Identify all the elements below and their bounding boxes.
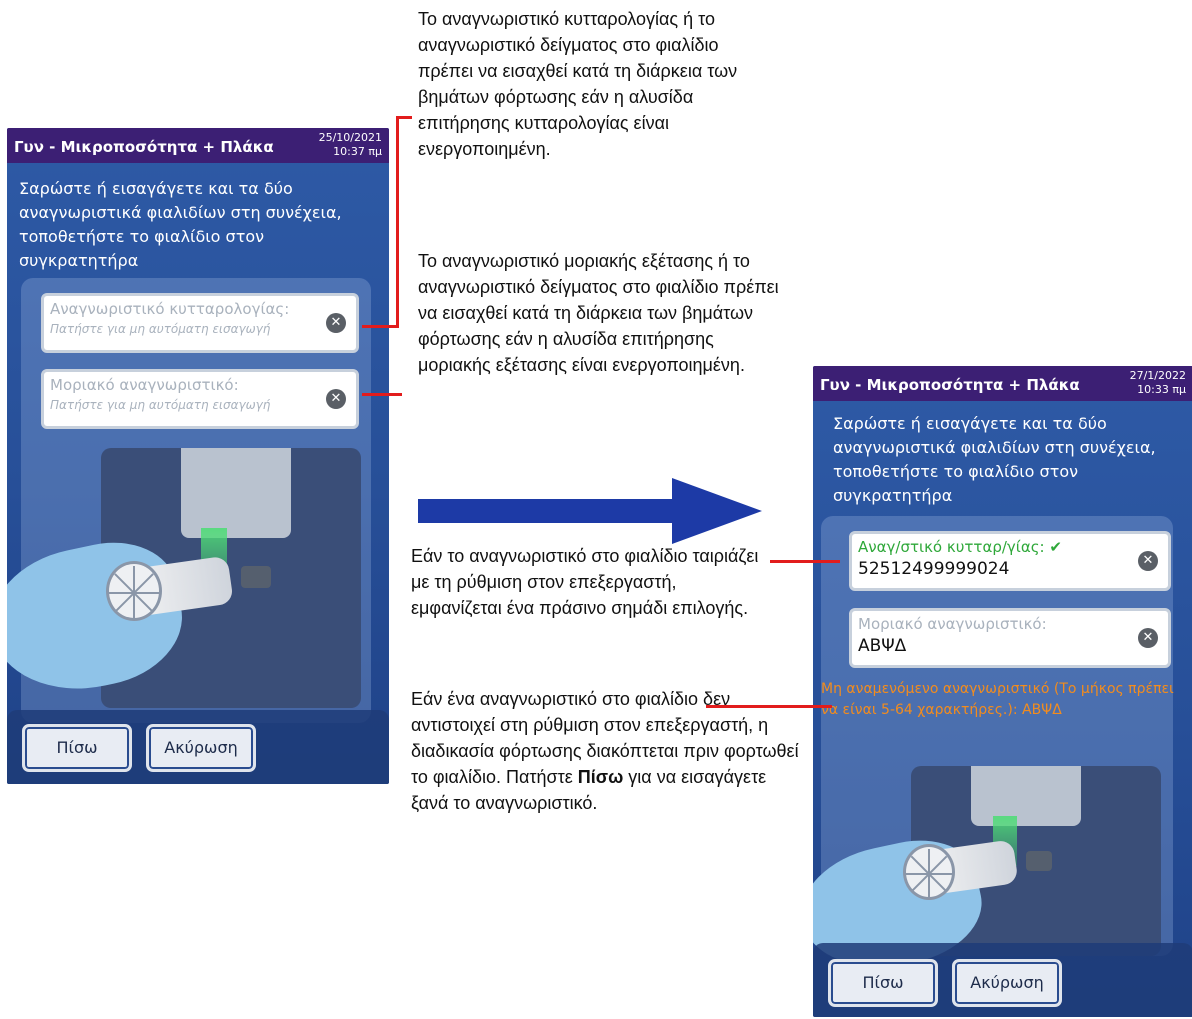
back-button[interactable]: Πίσω <box>828 959 938 1007</box>
bottom-bar: Πίσω Ακύρωση <box>7 710 389 784</box>
callout-line <box>398 116 412 119</box>
cytology-id-value: 52512499999024 <box>858 559 1010 579</box>
clear-icon[interactable]: ✕ <box>1138 551 1158 571</box>
molecular-id-label: Μοριακό αναγνωριστικό: <box>858 615 1047 633</box>
error-message: Μη αναμενόμενο αναγνωριστικό (Το μήκος π… <box>821 681 1174 718</box>
molecular-id-field[interactable]: Μοριακό αναγνωριστικό: ΑΒΨΔ ✕ <box>849 608 1171 668</box>
time: 10:33 πμ <box>1137 383 1186 396</box>
callout-line <box>706 705 832 708</box>
cytology-id-field[interactable]: Αναγ/στικό κυτταρ/γίας: ✔ 52512499999024… <box>849 531 1171 591</box>
cytology-id-hint: Πατήστε για μη αυτόματη εισαγωγή <box>50 322 271 336</box>
molecular-id-hint: Πατήστε για μη αυτόματη εισαγωγή <box>50 398 271 412</box>
molecular-id-field[interactable]: Μοριακό αναγνωριστικό: Πατήστε για μη αυ… <box>41 369 359 429</box>
date: 27/1/2022 <box>1129 369 1186 382</box>
callout-line <box>396 116 399 328</box>
bottom-bar: Πίσω Ακύρωση <box>813 943 1192 1017</box>
note-molecular-id: Το αναγνωριστικό μοριακής εξέτασης ή το … <box>418 251 779 375</box>
protocol-title: Γυν - Μικροποσότητα + Πλάκα <box>820 376 1080 394</box>
screen-before: Γυν - Μικροποσότητα + Πλάκα 25/10/2021 1… <box>7 128 389 784</box>
title-bar: Γυν - Μικροποσότητα + Πλάκα 27/1/2022 10… <box>813 366 1192 401</box>
instruction-text: Σαρώστε ή εισαγάγετε και τα δύο αναγνωρι… <box>833 414 1156 505</box>
cytology-id-label: Αναγ/στικό κυτταρ/γίας: ✔ <box>858 538 1062 556</box>
callout-line <box>362 325 398 328</box>
back-button[interactable]: Πίσω <box>22 724 132 772</box>
vial-area: Αναγ/στικό κυτταρ/γίας: ✔ 52512499999024… <box>813 516 1173 984</box>
molecular-id-value: ΑΒΨΔ <box>858 636 907 656</box>
note-cytology-id: Το αναγνωριστικό κυτταρολογίας ή το αναγ… <box>418 9 738 159</box>
screen-after: Γυν - Μικροποσότητα + Πλάκα 27/1/2022 10… <box>813 366 1192 1017</box>
clear-icon[interactable]: ✕ <box>326 389 346 409</box>
protocol-title: Γυν - Μικροποσότητα + Πλάκα <box>14 138 274 156</box>
title-bar: Γυν - Μικροποσότητα + Πλάκα 25/10/2021 1… <box>7 128 389 163</box>
clear-icon[interactable]: ✕ <box>326 313 346 333</box>
note-id-match: Εάν το αναγνωριστικό στο φιαλίδιο ταιριά… <box>411 546 759 618</box>
date-time: 25/10/2021 10:37 πμ <box>319 131 382 159</box>
cancel-button[interactable]: Ακύρωση <box>952 959 1062 1007</box>
cytology-id-field[interactable]: Αναγνωριστικό κυτταρολογίας: Πατήστε για… <box>41 293 359 353</box>
date: 25/10/2021 <box>318 131 382 144</box>
callout-line <box>770 560 840 563</box>
vial-area: Αναγνωριστικό κυτταρολογίας: Πατήστε για… <box>7 278 371 723</box>
vial-cap <box>106 561 162 621</box>
date-time: 27/1/2022 10:33 πμ <box>1130 369 1186 397</box>
vial-cap <box>903 844 955 900</box>
cytology-id-label: Αναγνωριστικό κυτταρολογίας: <box>50 300 290 318</box>
time: 10:37 πμ <box>333 145 382 158</box>
clear-icon[interactable]: ✕ <box>1138 628 1158 648</box>
molecular-id-label: Μοριακό αναγνωριστικό: <box>50 376 239 394</box>
note-mismatch-back-word: Πίσω <box>577 767 624 787</box>
callout-line <box>362 393 402 396</box>
instruction-text: Σαρώστε ή εισαγάγετε και τα δύο αναγνωρι… <box>19 179 342 270</box>
cancel-button[interactable]: Ακύρωση <box>146 724 256 772</box>
